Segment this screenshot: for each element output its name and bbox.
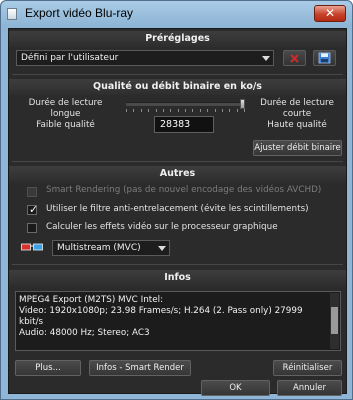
smart-rendering-checkbox[interactable] <box>27 187 37 197</box>
slider-tick <box>163 109 164 112</box>
quality-header: Qualité ou débit binaire en ko/s <box>9 79 346 95</box>
cancel-button[interactable]: Annuler <box>277 380 342 396</box>
info-header: Infos <box>9 270 346 286</box>
slider-tick <box>185 109 186 112</box>
slider-tick <box>126 109 127 112</box>
smart-render-info-button[interactable]: Infos - Smart Render <box>89 360 191 376</box>
presets-header: Préréglages <box>9 31 346 47</box>
chevron-down-icon <box>158 246 166 251</box>
slider-tick <box>207 109 208 112</box>
info-scrollbar[interactable] <box>330 293 339 349</box>
export-dialog: Export vidéo Blu-ray ✕ Préréglages Défin… <box>0 0 353 400</box>
document-icon <box>7 8 17 20</box>
info-line: MPEG4 Export (M2TS) MVC Intel: <box>19 295 164 305</box>
quality-slider[interactable] <box>126 99 245 112</box>
divider <box>12 161 343 162</box>
preset-dropdown[interactable]: Défini par l'utilisateur <box>16 50 274 66</box>
stereo-mode-dropdown[interactable]: Multistream (MVC) <box>52 240 170 256</box>
gpu-effects-label: Calculer les effets vidéo sur le process… <box>46 222 278 232</box>
save-preset-button[interactable] <box>313 50 336 66</box>
ok-button[interactable]: OK <box>201 380 270 396</box>
slider-tick <box>229 109 230 112</box>
bitrate-input[interactable]: 28383 <box>154 116 214 133</box>
deinterlace-checkbox[interactable]: ✓ <box>27 203 39 216</box>
close-button[interactable]: ✕ <box>314 5 346 22</box>
divider <box>12 74 343 75</box>
long-duration-label: Durée de lecture <box>28 98 103 108</box>
slider-tick <box>215 109 216 112</box>
delete-preset-button[interactable] <box>283 50 306 66</box>
high-quality-label: Haute qualité <box>267 120 327 130</box>
gpu-effects-checkbox[interactable] <box>27 223 37 233</box>
info-line: Audio: 48000 Hz; Stereo; AC3 <box>19 328 150 338</box>
slider-tick <box>222 109 223 112</box>
info-text-area[interactable]: MPEG4 Export (M2TS) MVC Intel: Video: 19… <box>15 291 341 351</box>
info-line: kbit/s <box>19 317 44 327</box>
chevron-down-icon <box>262 56 270 61</box>
stereo-mode-selected: Multistream (MVC) <box>57 243 141 253</box>
slider-tick <box>200 109 201 112</box>
short-duration-label-2: courte <box>282 109 312 119</box>
smart-rendering-label: Smart Rendering (pas de nouvel encodage … <box>46 185 322 195</box>
save-icon <box>318 52 331 64</box>
slider-tick <box>178 109 179 112</box>
other-header: Autres <box>9 166 346 182</box>
reset-button[interactable]: Réinitialiser <box>273 360 342 376</box>
3d-glasses-icon <box>21 243 43 251</box>
slider-tick <box>192 109 193 112</box>
slider-tick <box>148 109 149 112</box>
preset-selected: Défini par l'utilisateur <box>21 53 119 63</box>
info-line: Video: 1920x1080p; 23.98 Frames/s; H.264… <box>19 306 303 316</box>
slider-tick <box>133 109 134 112</box>
long-duration-label-2: longue <box>50 109 81 119</box>
slider-tick <box>156 109 157 112</box>
short-duration-label: Durée de lecture <box>260 98 334 108</box>
slider-tick <box>170 109 171 112</box>
title-bar[interactable]: Export vidéo Blu-ray ✕ <box>1 1 352 27</box>
adjust-bitrate-button[interactable]: Ajuster débit binaire <box>253 140 342 156</box>
delete-icon <box>290 54 299 63</box>
checkmark-icon: ✓ <box>29 203 39 216</box>
deinterlace-label: Utiliser le filtre anti-entrelacement (é… <box>46 204 309 214</box>
divider <box>12 264 343 265</box>
slider-tick <box>237 109 238 112</box>
slider-tick <box>244 109 245 112</box>
scrollbar-thumb[interactable] <box>331 307 338 334</box>
dialog-body: Préréglages Défini par l'utilisateur Qua… <box>8 28 347 396</box>
window-title: Export vidéo Blu-ray <box>25 6 134 20</box>
slider-thumb[interactable] <box>240 99 245 109</box>
slider-tick <box>141 109 142 112</box>
low-quality-label: Faible qualité <box>36 120 95 130</box>
more-button[interactable]: Plus... <box>15 360 81 376</box>
